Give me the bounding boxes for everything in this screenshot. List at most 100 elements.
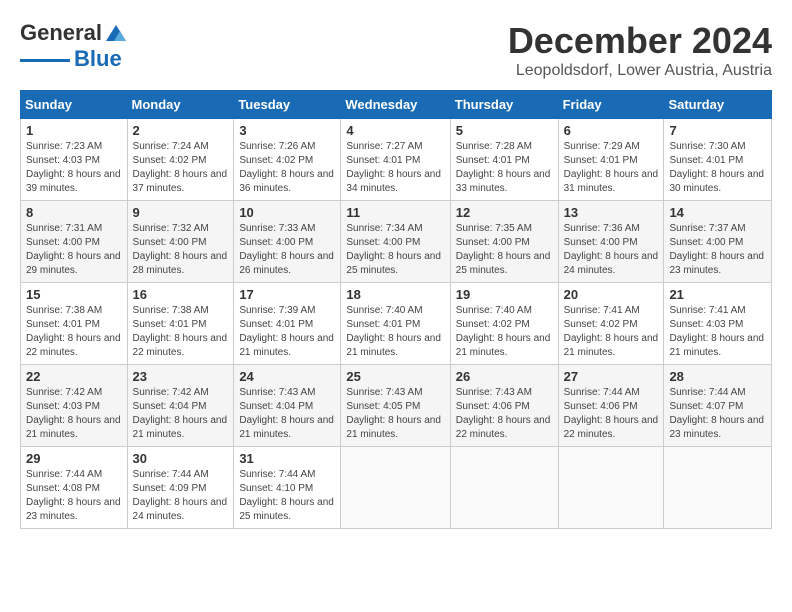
- calendar-cell: 6Sunrise: 7:29 AMSunset: 4:01 PMDaylight…: [558, 119, 664, 201]
- calendar-cell: 16 Sunrise: 7:38 AMSunset: 4:01 PMDayligh…: [127, 283, 234, 365]
- day-number: 22: [26, 369, 122, 384]
- day-info: Sunrise: 7:34 AMSunset: 4:00 PMDaylight:…: [346, 222, 444, 278]
- logo-blue-text: Blue: [74, 46, 122, 72]
- day-number: 21: [669, 287, 766, 302]
- calendar-cell: 28 Sunrise: 7:44 AMSunset: 4:07 PMDayligh…: [664, 365, 772, 447]
- day-number: 31: [239, 451, 335, 466]
- calendar-cell: [664, 447, 772, 529]
- day-info: Sunrise: 7:44 AMSunset: 4:10 PMDaylight:…: [239, 468, 335, 524]
- day-info: Sunrise: 7:30 AMSunset: 4:01 PMDaylight:…: [669, 140, 766, 196]
- day-info: Sunrise: 7:41 AMSunset: 4:02 PMDaylight:…: [564, 304, 659, 360]
- weekday-header: Monday: [127, 91, 234, 119]
- location-title: Leopoldsdorf, Lower Austria, Austria: [508, 62, 772, 80]
- calendar-week-row: 29 Sunrise: 7:44 AMSunset: 4:08 PMDayligh…: [21, 447, 772, 529]
- calendar-cell: [450, 447, 558, 529]
- day-number: 7: [669, 123, 766, 138]
- page-header: General Blue December 2024 Leopoldsdorf,…: [20, 20, 772, 80]
- calendar-cell: [558, 447, 664, 529]
- day-number: 13: [564, 205, 659, 220]
- day-number: 8: [26, 205, 122, 220]
- day-number: 24: [239, 369, 335, 384]
- calendar-week-row: 22 Sunrise: 7:42 AMSunset: 4:03 PMDayligh…: [21, 365, 772, 447]
- calendar-cell: 5 Sunrise: 7:28 AMSunset: 4:01 PMDaylight…: [450, 119, 558, 201]
- day-info: Sunrise: 7:27 AMSunset: 4:01 PMDaylight:…: [346, 140, 444, 196]
- day-number: 29: [26, 451, 122, 466]
- day-number: 30: [133, 451, 229, 466]
- calendar-cell: 12Sunrise: 7:35 AMSunset: 4:00 PMDayligh…: [450, 201, 558, 283]
- day-info: Sunrise: 7:40 AMSunset: 4:01 PMDaylight:…: [346, 304, 444, 360]
- day-number: 20: [564, 287, 659, 302]
- day-info: Sunrise: 7:44 AMSunset: 4:07 PMDaylight:…: [669, 386, 766, 442]
- day-number: 10: [239, 205, 335, 220]
- day-number: 28: [669, 369, 766, 384]
- calendar-cell: 25 Sunrise: 7:43 AMSunset: 4:05 PMDayligh…: [341, 365, 450, 447]
- day-info: Sunrise: 7:28 AMSunset: 4:01 PMDaylight:…: [456, 140, 553, 196]
- calendar-week-row: 8Sunrise: 7:31 AMSunset: 4:00 PMDaylight…: [21, 201, 772, 283]
- day-info: Sunrise: 7:41 AMSunset: 4:03 PMDaylight:…: [669, 304, 766, 360]
- weekday-header: Wednesday: [341, 91, 450, 119]
- calendar-cell: 2Sunrise: 7:24 AMSunset: 4:02 PMDaylight…: [127, 119, 234, 201]
- calendar-cell: 1 Sunrise: 7:23 AMSunset: 4:03 PMDaylight…: [21, 119, 128, 201]
- day-info: Sunrise: 7:37 AMSunset: 4:00 PMDaylight:…: [669, 222, 766, 278]
- calendar-cell: 13 Sunrise: 7:36 AMSunset: 4:00 PMDayligh…: [558, 201, 664, 283]
- day-info: Sunrise: 7:43 AMSunset: 4:05 PMDaylight:…: [346, 386, 444, 442]
- calendar-cell: 22 Sunrise: 7:42 AMSunset: 4:03 PMDayligh…: [21, 365, 128, 447]
- calendar-cell: 14 Sunrise: 7:37 AMSunset: 4:00 PMDayligh…: [664, 201, 772, 283]
- calendar-table: SundayMondayTuesdayWednesdayThursdayFrid…: [20, 90, 772, 529]
- calendar-cell: 19 Sunrise: 7:40 AMSunset: 4:02 PMDayligh…: [450, 283, 558, 365]
- logo-general-text: General: [20, 20, 102, 46]
- calendar-cell: [341, 447, 450, 529]
- day-info: Sunrise: 7:23 AMSunset: 4:03 PMDaylight:…: [26, 140, 122, 196]
- calendar-cell: 3 Sunrise: 7:26 AMSunset: 4:02 PMDaylight…: [234, 119, 341, 201]
- calendar-cell: 11Sunrise: 7:34 AMSunset: 4:00 PMDayligh…: [341, 201, 450, 283]
- day-number: 19: [456, 287, 553, 302]
- calendar-cell: 24Sunrise: 7:43 AMSunset: 4:04 PMDayligh…: [234, 365, 341, 447]
- day-info: Sunrise: 7:44 AMSunset: 4:06 PMDaylight:…: [564, 386, 659, 442]
- day-number: 1: [26, 123, 122, 138]
- day-info: Sunrise: 7:38 AMSunset: 4:01 PMDaylight:…: [26, 304, 122, 360]
- title-section: December 2024 Leopoldsdorf, Lower Austri…: [508, 20, 772, 80]
- day-info: Sunrise: 7:44 AMSunset: 4:09 PMDaylight:…: [133, 468, 229, 524]
- calendar-cell: 26Sunrise: 7:43 AMSunset: 4:06 PMDayligh…: [450, 365, 558, 447]
- day-info: Sunrise: 7:44 AMSunset: 4:08 PMDaylight:…: [26, 468, 122, 524]
- calendar-cell: 30 Sunrise: 7:44 AMSunset: 4:09 PMDayligh…: [127, 447, 234, 529]
- day-info: Sunrise: 7:24 AMSunset: 4:02 PMDaylight:…: [133, 140, 229, 196]
- logo-divider: [20, 59, 70, 62]
- calendar-week-row: 15Sunrise: 7:38 AMSunset: 4:01 PMDayligh…: [21, 283, 772, 365]
- day-number: 17: [239, 287, 335, 302]
- day-number: 18: [346, 287, 444, 302]
- day-info: Sunrise: 7:40 AMSunset: 4:02 PMDaylight:…: [456, 304, 553, 360]
- calendar-cell: 18 Sunrise: 7:40 AMSunset: 4:01 PMDayligh…: [341, 283, 450, 365]
- weekday-header: Tuesday: [234, 91, 341, 119]
- calendar-cell: 29 Sunrise: 7:44 AMSunset: 4:08 PMDayligh…: [21, 447, 128, 529]
- day-info: Sunrise: 7:42 AMSunset: 4:04 PMDaylight:…: [133, 386, 229, 442]
- day-info: Sunrise: 7:43 AMSunset: 4:06 PMDaylight:…: [456, 386, 553, 442]
- day-info: Sunrise: 7:29 AMSunset: 4:01 PMDaylight:…: [564, 140, 659, 196]
- day-info: Sunrise: 7:26 AMSunset: 4:02 PMDaylight:…: [239, 140, 335, 196]
- calendar-week-row: 1 Sunrise: 7:23 AMSunset: 4:03 PMDaylight…: [21, 119, 772, 201]
- day-info: Sunrise: 7:42 AMSunset: 4:03 PMDaylight:…: [26, 386, 122, 442]
- day-number: 5: [456, 123, 553, 138]
- logo-icon: [106, 25, 126, 41]
- calendar-cell: 27 Sunrise: 7:44 AMSunset: 4:06 PMDayligh…: [558, 365, 664, 447]
- calendar-cell: 17Sunrise: 7:39 AMSunset: 4:01 PMDayligh…: [234, 283, 341, 365]
- day-info: Sunrise: 7:32 AMSunset: 4:00 PMDaylight:…: [133, 222, 229, 278]
- day-number: 27: [564, 369, 659, 384]
- logo: General Blue: [20, 20, 126, 72]
- day-info: Sunrise: 7:38 AMSunset: 4:01 PMDaylight:…: [133, 304, 229, 360]
- calendar-cell: 31 Sunrise: 7:44 AMSunset: 4:10 PMDayligh…: [234, 447, 341, 529]
- day-number: 12: [456, 205, 553, 220]
- day-number: 4: [346, 123, 444, 138]
- day-number: 23: [133, 369, 229, 384]
- calendar-cell: 9 Sunrise: 7:32 AMSunset: 4:00 PMDaylight…: [127, 201, 234, 283]
- weekday-header: Friday: [558, 91, 664, 119]
- day-info: Sunrise: 7:36 AMSunset: 4:00 PMDaylight:…: [564, 222, 659, 278]
- day-number: 3: [239, 123, 335, 138]
- day-number: 14: [669, 205, 766, 220]
- weekday-header-row: SundayMondayTuesdayWednesdayThursdayFrid…: [21, 91, 772, 119]
- day-number: 25: [346, 369, 444, 384]
- calendar-cell: 20 Sunrise: 7:41 AMSunset: 4:02 PMDayligh…: [558, 283, 664, 365]
- weekday-header: Thursday: [450, 91, 558, 119]
- day-number: 9: [133, 205, 229, 220]
- day-number: 16: [133, 287, 229, 302]
